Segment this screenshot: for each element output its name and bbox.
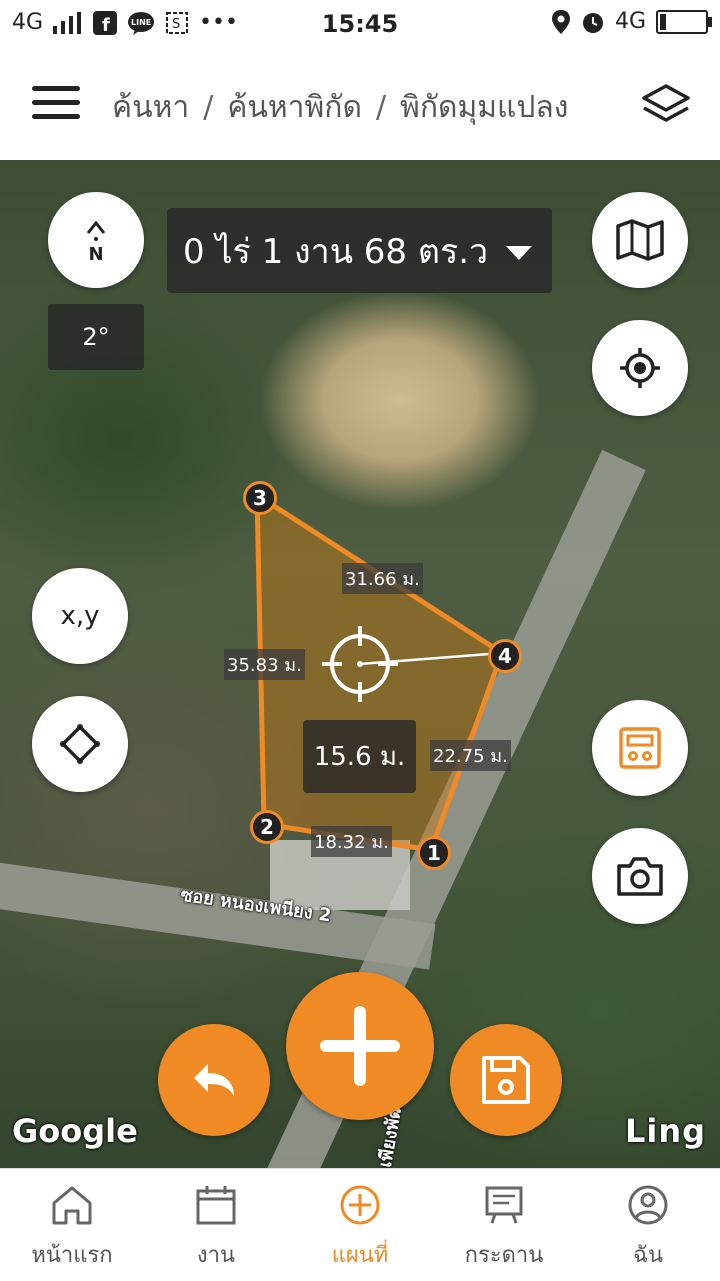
breadcrumb-separator: / xyxy=(375,90,387,125)
compass-label: N xyxy=(88,244,104,265)
undo-button[interactable] xyxy=(158,1024,270,1136)
breadcrumb-item-plot-corners: พิกัดมุมแปลง xyxy=(400,90,569,125)
corner-label: 2 xyxy=(260,815,274,839)
coordinate-input-button[interactable]: x,y xyxy=(32,568,128,664)
tab-label: ฉัน xyxy=(632,1243,664,1268)
board-icon xyxy=(485,1186,523,1224)
status-right: 4G xyxy=(551,9,712,34)
save-icon xyxy=(482,1056,530,1104)
save-button[interactable] xyxy=(450,1024,562,1136)
distance-label-3-4: 31.66 ม. xyxy=(342,563,423,594)
undo-icon xyxy=(194,1064,234,1096)
tab-label: หน้าแรก xyxy=(31,1243,113,1268)
tab-board[interactable]: กระดาน xyxy=(432,1169,576,1281)
shape-tool-button[interactable] xyxy=(32,696,128,792)
chevron-down-icon xyxy=(506,246,532,260)
gps-device-button[interactable] xyxy=(592,700,688,796)
distance-label-4-1: 22.75 ม. xyxy=(430,740,511,771)
add-circle-icon xyxy=(340,1185,380,1225)
map-view[interactable]: 1 2 3 4 18.32 ม. 35.83 ม. 31.66 ม. 22.75… xyxy=(0,160,720,1168)
my-location-button[interactable] xyxy=(592,320,688,416)
plot-corner-2[interactable]: 2 xyxy=(250,810,284,844)
center-distance-label: 15.6 ม. xyxy=(303,720,416,793)
distance-label-1-2: 18.32 ม. xyxy=(311,826,392,857)
device-icon xyxy=(619,727,661,769)
tab-label: แผนที่ xyxy=(331,1243,389,1268)
area-dropdown[interactable]: 0 ไร่ 1 งาน 68 ตร.ว xyxy=(167,208,552,293)
plot-corner-3[interactable]: 3 xyxy=(243,481,277,515)
breadcrumb-item-coordinate-search[interactable]: ค้นหาพิกัด xyxy=(227,90,362,125)
tab-label: กระดาน xyxy=(464,1243,544,1268)
status-bar: 4G f LINE S ••• 15:45 4G xyxy=(0,0,720,50)
breadcrumb-separator: / xyxy=(203,90,214,125)
corner-label: 4 xyxy=(498,644,512,668)
bottom-nav: หน้าแรก งาน แผนที่ กระดาน ฉัน xyxy=(0,1168,720,1281)
tab-home[interactable]: หน้าแรก xyxy=(0,1169,144,1281)
calendar-icon xyxy=(196,1186,236,1225)
xy-label: x,y xyxy=(60,601,100,631)
area-value: 0 ไร่ 1 งาน 68 ตร.ว xyxy=(183,231,489,272)
battery-icon xyxy=(656,9,712,34)
app-header: ค้นหา / ค้นหาพิกัด / พิกัดมุมแปลง xyxy=(0,50,720,160)
compass-button[interactable]: N xyxy=(48,192,144,288)
tab-profile[interactable]: ฉัน xyxy=(576,1169,720,1281)
breadcrumb: ค้นหา / ค้นหาพิกัด / พิกัดมุมแปลง xyxy=(112,84,568,131)
gps-target-icon xyxy=(620,348,660,388)
layers-icon[interactable] xyxy=(640,82,692,126)
add-point-button[interactable] xyxy=(286,972,434,1120)
plot-corner-4[interactable]: 4 xyxy=(488,639,522,673)
network-indicator-right: 4G xyxy=(614,9,646,34)
crosshair-icon xyxy=(322,626,398,702)
google-logo: Google xyxy=(12,1112,138,1150)
alarm-icon xyxy=(582,12,603,33)
tab-map[interactable]: แผนที่ xyxy=(288,1169,432,1281)
camera-icon xyxy=(617,857,663,896)
menu-bar-icon xyxy=(32,114,80,119)
diamond-icon xyxy=(60,724,100,764)
map-type-button[interactable] xyxy=(592,192,688,288)
tab-jobs[interactable]: งาน xyxy=(144,1169,288,1281)
distance-label-2-3: 35.83 ม. xyxy=(224,649,305,680)
menu-bar-icon xyxy=(32,100,80,105)
plot-corner-1[interactable]: 1 xyxy=(417,836,451,870)
menu-button[interactable] xyxy=(32,86,80,122)
brand-logo: Ling xyxy=(624,1112,706,1150)
home-icon xyxy=(52,1186,92,1225)
corner-label: 1 xyxy=(427,841,441,865)
map-icon xyxy=(616,219,664,261)
location-icon xyxy=(551,9,570,34)
breadcrumb-item-search[interactable]: ค้นหา xyxy=(112,90,189,125)
rotation-indicator: 2° xyxy=(48,304,144,370)
tab-label: งาน xyxy=(196,1243,236,1268)
corner-label: 3 xyxy=(253,486,267,510)
menu-bar-icon xyxy=(32,86,80,91)
plus-icon xyxy=(320,1006,400,1086)
user-icon xyxy=(628,1185,668,1225)
camera-button[interactable] xyxy=(592,828,688,924)
